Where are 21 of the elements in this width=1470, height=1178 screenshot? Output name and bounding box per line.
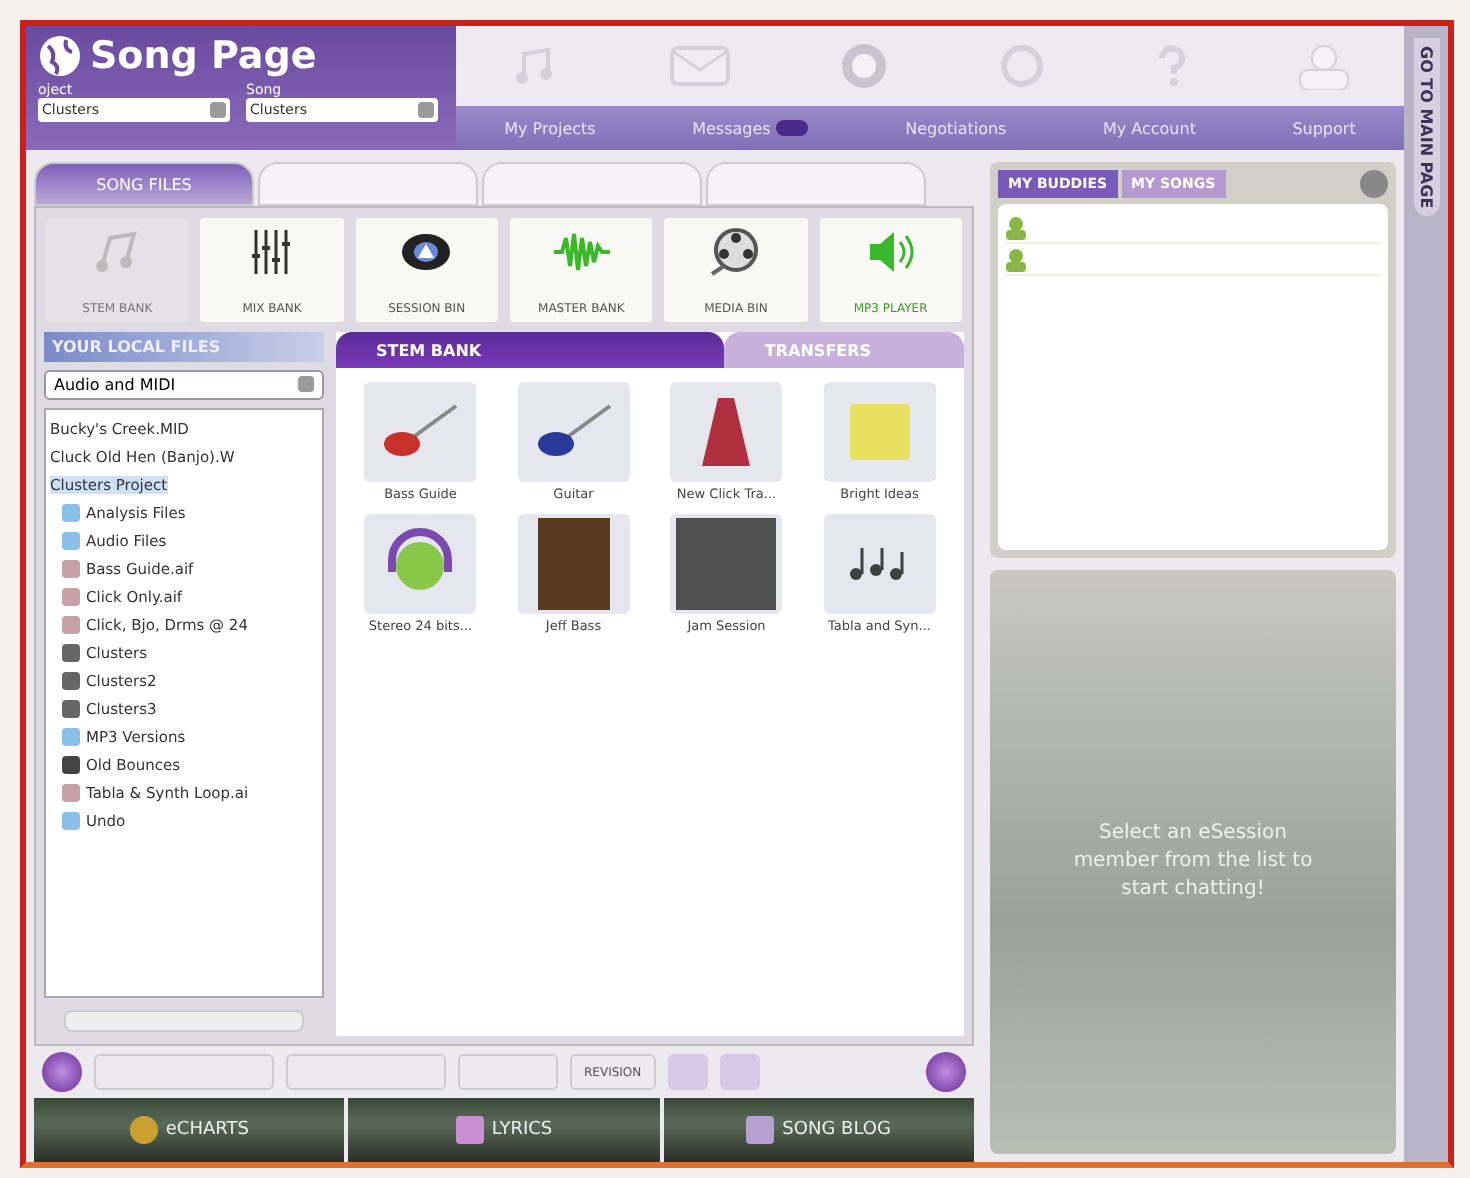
bottom-tab[interactable]: LYRICS bbox=[348, 1098, 660, 1162]
globe-logo-icon bbox=[38, 34, 82, 78]
tab[interactable] bbox=[706, 162, 926, 206]
tab[interactable]: STEM BANK bbox=[336, 332, 725, 368]
help-icon[interactable] bbox=[1155, 44, 1187, 88]
envelope-icon[interactable] bbox=[669, 46, 729, 86]
side-tab[interactable]: GO TO MAIN PAGE bbox=[1413, 38, 1439, 217]
bottom-tab[interactable]: SONG BLOG bbox=[663, 1098, 974, 1162]
bottom-tab[interactable]: eCHARTS bbox=[34, 1098, 345, 1162]
toolbar-button[interactable] bbox=[458, 1054, 558, 1090]
scrollbar[interactable] bbox=[64, 1010, 304, 1032]
reel-icon bbox=[707, 226, 764, 278]
user-icon[interactable] bbox=[1006, 215, 1026, 239]
filter-select[interactable]: Audio and MIDI bbox=[44, 370, 324, 400]
chat-hint: Select an eSession member from the list to start chatting! bbox=[1071, 820, 1315, 904]
tab[interactable] bbox=[258, 162, 478, 206]
user-icon[interactable] bbox=[1006, 247, 1026, 271]
tab[interactable] bbox=[482, 162, 702, 206]
user-icon[interactable] bbox=[1297, 42, 1349, 90]
section-header: YOUR LOCAL FILES bbox=[44, 332, 324, 362]
page-title: Song Page bbox=[90, 34, 317, 78]
